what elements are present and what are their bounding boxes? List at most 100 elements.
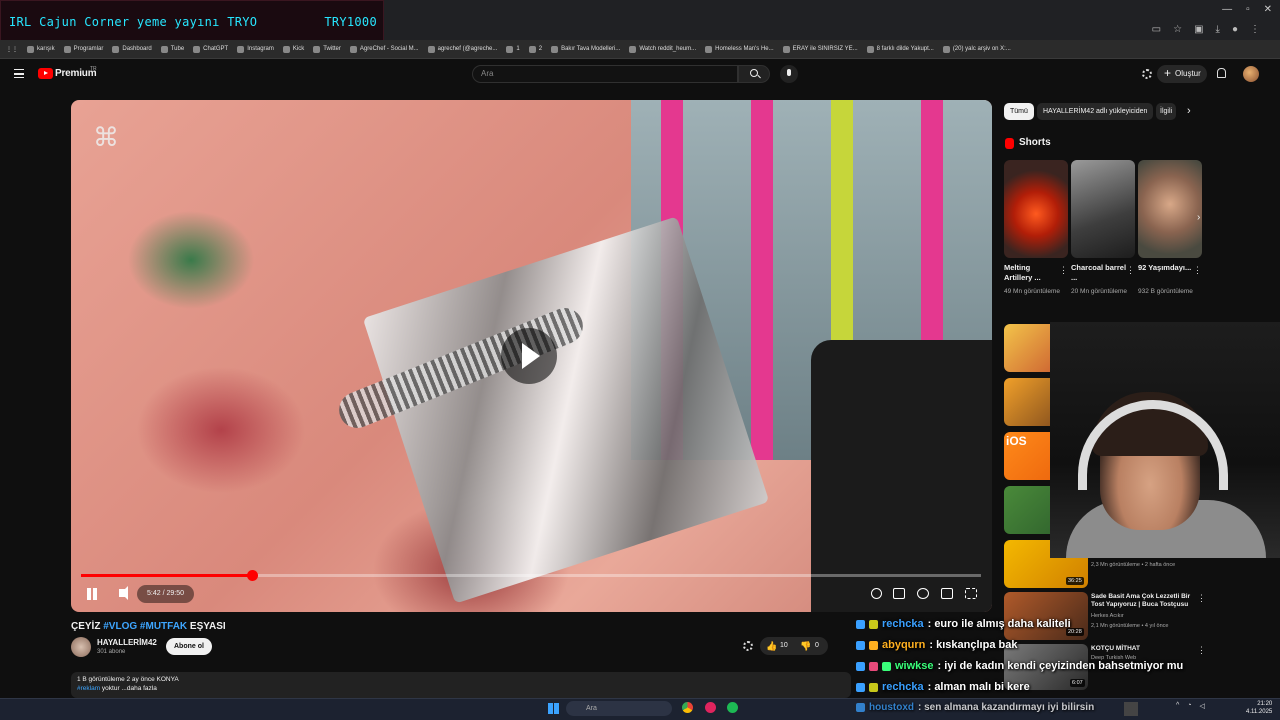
short-title[interactable]: Charcoal barrel ... <box>1071 263 1127 283</box>
cast-icon[interactable]: ▭ <box>1152 24 1161 35</box>
app-icon[interactable] <box>705 702 716 713</box>
bookmark-item[interactable]: Tube <box>160 45 185 53</box>
youtube-logo-icon[interactable] <box>38 68 53 79</box>
fullscreen-icon[interactable] <box>965 588 977 599</box>
short-title[interactable]: Melting Artillery ... <box>1004 263 1060 283</box>
description-more[interactable]: yoktur ...daha fazla <box>100 685 157 692</box>
account-avatar[interactable] <box>1243 66 1259 82</box>
short-views: 20 Mn görüntüleme <box>1071 288 1128 295</box>
chip-uploader[interactable]: HAYALLERİM42 adlı yükleyiciden <box>1037 103 1154 120</box>
speaker-icon[interactable]: ◁ <box>1200 702 1205 710</box>
bookmark-item[interactable]: Dashboard <box>112 45 152 53</box>
bookmark-item[interactable]: agrechef (@agreche... <box>427 45 497 53</box>
chat-badge-icon <box>869 640 878 650</box>
bookmark-item[interactable]: 2 <box>528 45 542 53</box>
subtitles-icon[interactable] <box>893 588 905 599</box>
bookmark-item[interactable]: Instagram <box>237 45 274 53</box>
apps-icon[interactable]: ⋮⋮ <box>6 46 18 53</box>
chat-text: : kıskançlıpa bak <box>929 639 1018 651</box>
tray-chevron-icon[interactable]: ^ <box>1176 702 1179 710</box>
more-vert-icon[interactable]: ⋮ <box>1126 265 1135 276</box>
more-vert-icon[interactable]: ⋮ <box>1059 265 1068 276</box>
bookmark-item[interactable]: Bakır Tava Modelleri... <box>551 45 620 53</box>
short-thumbnail[interactable] <box>1138 160 1202 258</box>
search-icon[interactable] <box>750 69 758 77</box>
notification-thumbnail[interactable] <box>1124 702 1138 716</box>
bookmark-item[interactable]: (20) yalc arşiv on X:... <box>942 45 1011 53</box>
bookmark-item[interactable]: ChatGPT <box>193 45 229 53</box>
region-code: TR <box>90 66 97 72</box>
sparkle-icon[interactable] <box>743 641 753 651</box>
close-icon[interactable]: ✕ <box>1264 4 1272 15</box>
channel-avatar[interactable] <box>71 637 91 657</box>
chevron-right-icon[interactable]: › <box>1187 105 1191 117</box>
volume-icon[interactable] <box>119 586 128 600</box>
hashtag-link[interactable]: #MUTFAK <box>140 621 187 632</box>
spotify-icon[interactable] <box>727 702 738 713</box>
bookmark-item[interactable]: 8 farklı dilde Yakupt... <box>866 45 934 53</box>
channel-name-link[interactable]: Herkes Acıkır <box>1091 613 1124 619</box>
channel-name[interactable]: HAYALLERİM42 <box>97 638 157 647</box>
description-box[interactable]: 1 B görüntüleme 2 ay önce KONYA #reklam … <box>71 672 851 698</box>
more-vert-icon[interactable]: ⋮ <box>1193 265 1202 276</box>
short-thumbnail[interactable] <box>1004 160 1068 258</box>
settings-gear-icon[interactable] <box>917 588 929 599</box>
bookmark-icon <box>705 45 713 53</box>
bookmark-item[interactable]: AgreChef - Social M... <box>349 45 419 53</box>
bookmark-item[interactable]: Watch reddit_heum... <box>629 45 696 53</box>
bookmark-item[interactable]: Homeless Man's He... <box>705 45 774 53</box>
dislike-count[interactable]: 0 <box>815 637 819 655</box>
search-input[interactable]: Ara <box>472 65 738 83</box>
subscribe-button[interactable]: Abone ol <box>166 638 212 655</box>
bookmark-item[interactable]: ERAY ile SINIRSIZ YE... <box>782 45 858 53</box>
bookmark-item[interactable]: Programlar <box>63 45 103 53</box>
pause-icon[interactable] <box>85 587 99 601</box>
miniplayer-icon[interactable] <box>941 588 953 599</box>
maximize-icon[interactable]: ▫ <box>1246 4 1250 15</box>
profile-icon[interactable]: ● <box>1232 24 1238 35</box>
chat-badge-icon <box>856 619 865 629</box>
extensions-icon[interactable]: ▣ <box>1194 24 1203 35</box>
bookmark-label: ChatGPT <box>203 46 229 52</box>
bookmark-item[interactable]: Kick <box>282 45 304 53</box>
video-title-link[interactable]: KOTÇU MİTHAT <box>1091 645 1199 653</box>
taskbar-search-input[interactable]: Ara <box>566 701 672 716</box>
shorts-next-icon[interactable]: › <box>1197 212 1200 223</box>
more-vert-icon[interactable]: ⋮ <box>1197 593 1206 604</box>
more-vert-icon[interactable]: ⋮ <box>1197 645 1206 656</box>
thumbs-up-icon[interactable]: 👍 <box>766 637 777 655</box>
chat-badge-icon <box>856 640 865 650</box>
notifications-bell-icon[interactable] <box>1217 68 1226 78</box>
bookmark-label: Tube <box>170 46 185 52</box>
chip-related[interactable]: İlgili <box>1156 103 1176 120</box>
bookmark-item[interactable]: Twitter <box>313 45 341 53</box>
hashtag-link[interactable]: #reklam <box>77 685 100 692</box>
video-title-link[interactable]: Sade Basit Ama Çok Lezzetli Bir Tost Yap… <box>1091 593 1199 609</box>
short-views: 932 B görüntüleme <box>1138 288 1193 295</box>
video-player[interactable]: ⌘ 5:42 / 29:50 <box>71 100 992 612</box>
progress-scrubber[interactable] <box>247 570 258 581</box>
like-count[interactable]: 10 <box>780 637 788 655</box>
minimize-icon[interactable]: — <box>1222 4 1232 15</box>
autoplay-toggle-icon[interactable] <box>871 588 882 599</box>
windows-start-icon[interactable] <box>548 703 559 714</box>
bookmark-item[interactable]: 1 <box>506 45 520 53</box>
thumbs-down-icon[interactable]: 👎 <box>800 637 811 655</box>
chrome-icon[interactable] <box>682 702 693 713</box>
play-overlay-icon[interactable] <box>501 328 557 384</box>
chip-all[interactable]: Tümü <box>1004 103 1034 120</box>
create-button[interactable]: Oluştur <box>1157 64 1207 83</box>
short-title[interactable]: 92 Yaşımdayı... <box>1138 263 1194 273</box>
wifi-icon[interactable]: ◔ <box>1187 702 1191 710</box>
short-thumbnail[interactable] <box>1071 160 1135 258</box>
hashtag-link[interactable]: #VLOG <box>103 621 137 632</box>
hamburger-menu-icon[interactable] <box>14 69 24 78</box>
shorts-icon <box>1005 138 1014 149</box>
bookmark-item[interactable]: karışık <box>27 45 55 53</box>
download-icon[interactable]: ⤓ <box>1216 24 1220 35</box>
taskbar-clock[interactable]: 21:20 4.11.2025 <box>1246 700 1272 716</box>
star-icon[interactable]: ☆ <box>1173 24 1182 35</box>
more-icon[interactable]: ⋮ <box>1250 24 1260 35</box>
microphone-icon[interactable] <box>780 65 798 83</box>
cast-settings-icon[interactable] <box>1142 69 1152 79</box>
